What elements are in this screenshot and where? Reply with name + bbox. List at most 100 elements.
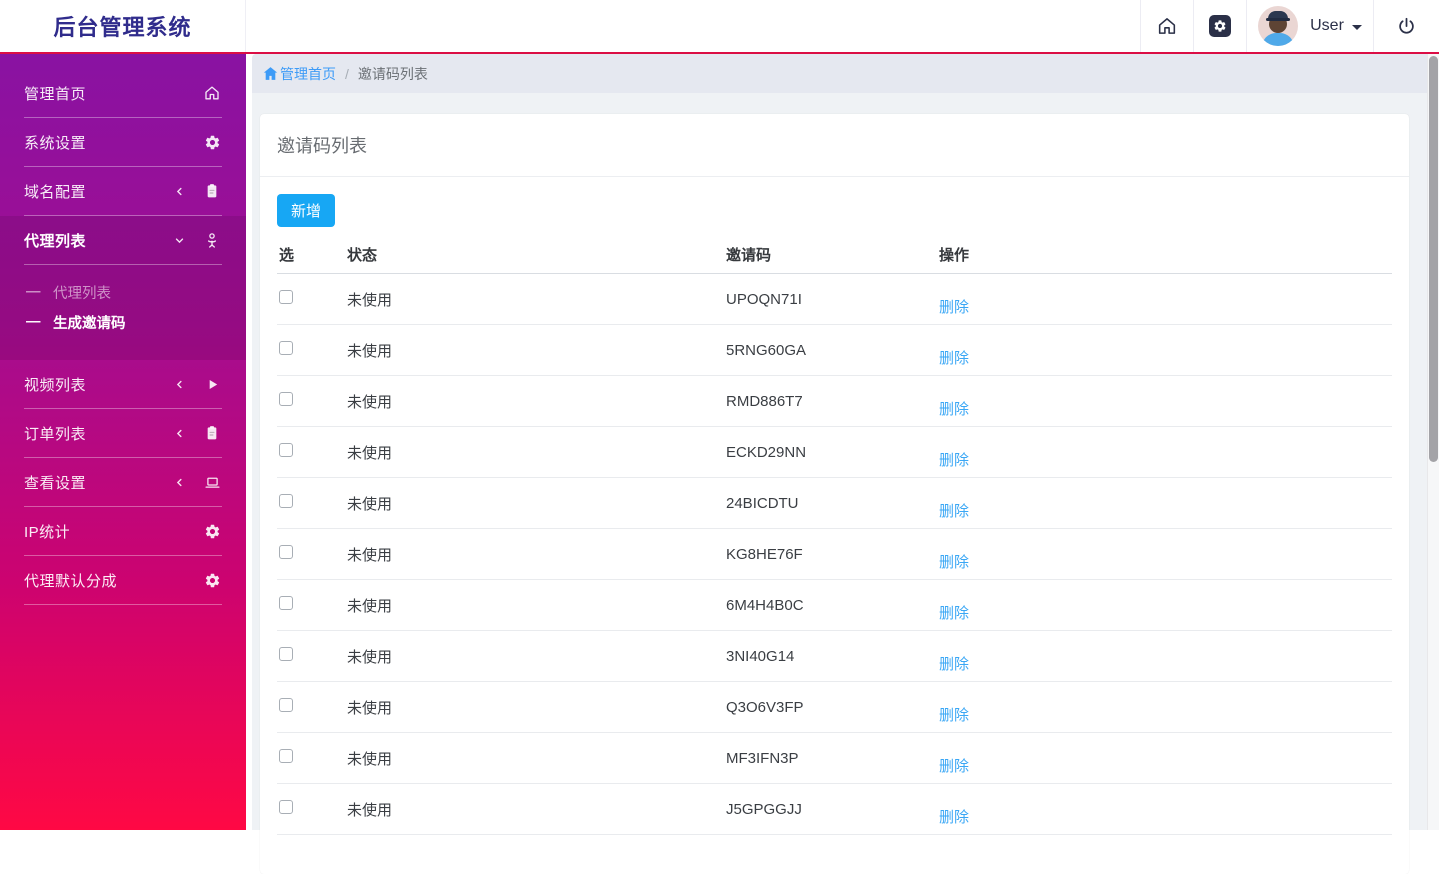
logout-button[interactable] — [1373, 0, 1439, 52]
header-actions: User — [1140, 0, 1439, 52]
invite-code-table: 选 状态 邀请码 操作 未使用 UPOQN71I 删除 未使用 5RNG60GA… — [277, 236, 1392, 835]
scrollbar-thumb[interactable] — [1429, 56, 1438, 462]
row-status: 未使用 — [347, 546, 393, 564]
sidebar-item-system-settings[interactable]: 系统设置 — [0, 118, 246, 166]
row-checkbox[interactable] — [279, 290, 293, 304]
table-header-row: 选 状态 邀请码 操作 — [277, 236, 1392, 274]
row-code: 3NI40G14 — [726, 647, 795, 665]
row-status: 未使用 — [347, 291, 393, 309]
row-checkbox[interactable] — [279, 749, 293, 763]
delete-link[interactable]: 删除 — [939, 398, 969, 419]
settings-button[interactable] — [1193, 0, 1246, 52]
row-code: ECKD29NN — [726, 443, 807, 461]
row-checkbox[interactable] — [279, 596, 293, 610]
breadcrumb-home-label: 管理首页 — [280, 65, 336, 82]
row-code: UPOQN71I — [726, 290, 802, 308]
header-spacer — [246, 0, 1140, 52]
row-actions-cell: 删除 — [928, 391, 1392, 418]
sidebar-item-agent-default-share[interactable]: 代理默认分成 — [0, 556, 246, 604]
delete-link[interactable]: 删除 — [939, 806, 969, 827]
row-actions-cell: 删除 — [928, 697, 1392, 724]
sidebar-submenu: — 代理列表 — 生成邀请码 — [0, 265, 246, 360]
row-select-cell — [277, 596, 347, 614]
sidebar-item-domain-config[interactable]: 域名配置 — [0, 167, 246, 215]
row-actions-cell: 删除 — [928, 289, 1392, 316]
row-code: 24BICDTU — [726, 494, 799, 512]
sidebar: 管理首页 系统设置 域名配置 代理列表 — 代理列表 — 生成邀请码 视频列表 … — [0, 54, 246, 830]
row-code: KG8HE76F — [726, 545, 803, 563]
row-status: 未使用 — [347, 342, 393, 360]
delete-link[interactable]: 删除 — [939, 602, 969, 623]
sidebar-item-video-list[interactable]: 视频列表 — [0, 360, 246, 408]
delete-link[interactable]: 删除 — [939, 296, 969, 317]
table-row: 未使用 MF3IFN3P 删除 — [277, 733, 1392, 784]
chevron-down-icon — [173, 234, 186, 247]
row-checkbox[interactable] — [279, 800, 293, 814]
sidebar-item-label: 系统设置 — [24, 134, 87, 152]
row-checkbox[interactable] — [279, 392, 293, 406]
table-row: 未使用 KG8HE76F 删除 — [277, 529, 1392, 580]
delete-link[interactable]: 删除 — [939, 500, 969, 521]
row-select-cell — [277, 800, 347, 818]
sidebar-item-order-list[interactable]: 订单列表 — [0, 409, 246, 457]
row-checkbox[interactable] — [279, 494, 293, 508]
submenu-item-generate-invite-code[interactable]: — 生成邀请码 — [0, 307, 246, 337]
sidebar-item-admin-home[interactable]: 管理首页 — [0, 69, 246, 117]
laptop-icon — [202, 474, 222, 491]
delete-link[interactable]: 删除 — [939, 653, 969, 674]
row-code: 6M4H4B0C — [726, 596, 804, 614]
chevron-left-icon — [173, 185, 186, 198]
play-icon — [202, 377, 222, 392]
row-status: 未使用 — [347, 444, 393, 462]
card-header: 邀请码列表 — [260, 114, 1409, 177]
row-actions-cell: 删除 — [928, 340, 1392, 367]
row-checkbox[interactable] — [279, 443, 293, 457]
avatar — [1258, 6, 1299, 46]
row-checkbox[interactable] — [279, 341, 293, 355]
table-row: 未使用 ECKD29NN 删除 — [277, 427, 1392, 478]
row-code: Q3O6V3FP — [726, 698, 804, 716]
sidebar-item-label: 代理列表 — [24, 232, 87, 250]
row-status: 未使用 — [347, 750, 393, 768]
sidebar-item-label: IP统计 — [24, 523, 71, 541]
user-menu[interactable]: User — [1246, 0, 1373, 52]
delete-link[interactable]: 删除 — [939, 347, 969, 368]
delete-link[interactable]: 删除 — [939, 704, 969, 725]
column-header-select: 选 — [279, 247, 295, 264]
sidebar-item-view-settings[interactable]: 查看设置 — [0, 458, 246, 506]
delete-link[interactable]: 删除 — [939, 449, 969, 470]
power-icon — [1396, 16, 1417, 37]
row-checkbox[interactable] — [279, 545, 293, 559]
table-row: 未使用 J5GPGGJJ 删除 — [277, 784, 1392, 835]
row-select-cell — [277, 494, 347, 512]
submenu-item-label: 生成邀请码 — [53, 315, 126, 332]
row-actions-cell: 删除 — [928, 442, 1392, 469]
invite-code-card: 邀请码列表 新增 选 状态 邀请码 操作 未使用 UPOQN71I 删除 未使用… — [260, 114, 1409, 874]
delete-link[interactable]: 删除 — [939, 755, 969, 776]
delete-link[interactable]: 删除 — [939, 551, 969, 572]
app-logo: 后台管理系统 — [0, 0, 246, 52]
dash-icon: — — [26, 284, 41, 300]
breadcrumb-home-link[interactable]: 管理首页 — [262, 64, 336, 84]
row-select-cell — [277, 647, 347, 665]
caret-down-icon — [1351, 24, 1362, 30]
home-button[interactable] — [1140, 0, 1193, 52]
row-status: 未使用 — [347, 393, 393, 411]
user-menu-label: User — [1310, 17, 1344, 34]
row-checkbox[interactable] — [279, 698, 293, 712]
gear-icon — [202, 523, 222, 540]
settings-icon — [1209, 15, 1231, 37]
top-header: 后台管理系统 User — [0, 0, 1439, 54]
row-code: MF3IFN3P — [726, 749, 799, 767]
sidebar-item-agent-list[interactable]: 代理列表 — [0, 216, 246, 264]
sidebar-item-ip-stats[interactable]: IP统计 — [0, 507, 246, 555]
card-title: 邀请码列表 — [277, 136, 367, 156]
table-row: 未使用 24BICDTU 删除 — [277, 478, 1392, 529]
clipboard-icon — [202, 425, 222, 441]
home-icon — [202, 84, 222, 102]
add-button[interactable]: 新增 — [277, 194, 336, 227]
submenu-item-agent-list[interactable]: — 代理列表 — [0, 277, 246, 307]
row-select-cell — [277, 290, 347, 308]
scrollbar-track[interactable] — [1427, 54, 1439, 830]
row-checkbox[interactable] — [279, 647, 293, 661]
